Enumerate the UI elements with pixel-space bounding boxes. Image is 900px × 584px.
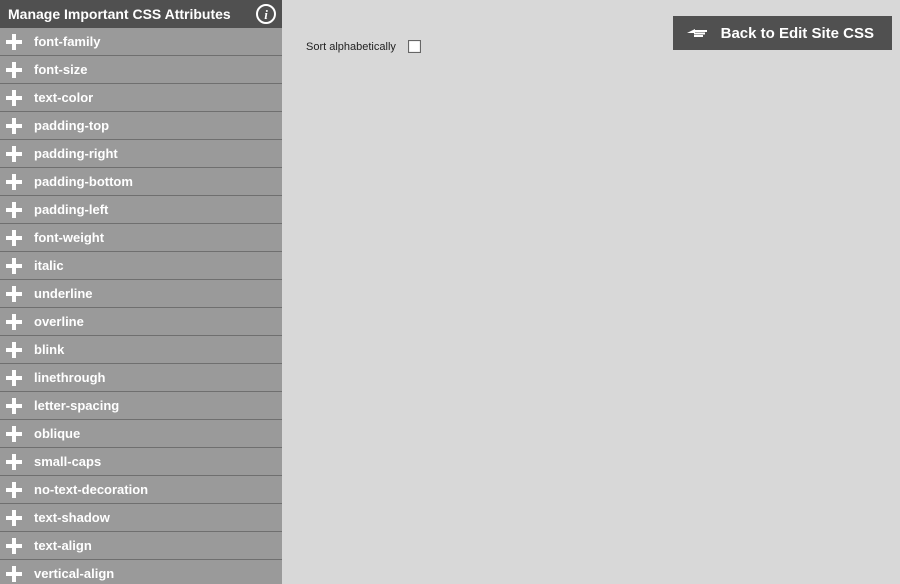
attribute-item[interactable]: overline [0,308,282,336]
attribute-item[interactable]: oblique [0,420,282,448]
sidebar: Manage Important CSS Attributes i font-f… [0,0,282,584]
attribute-label: blink [34,342,64,357]
attribute-label: font-weight [34,230,104,245]
back-button[interactable]: Back to Edit Site CSS [673,16,892,50]
plus-icon [6,202,22,218]
plus-icon [6,510,22,526]
attribute-item[interactable]: padding-left [0,196,282,224]
back-button-label: Back to Edit Site CSS [721,25,874,42]
sidebar-header: Manage Important CSS Attributes i [0,0,282,28]
plus-icon [6,90,22,106]
attribute-item[interactable]: letter-spacing [0,392,282,420]
plus-icon [6,398,22,414]
attribute-item[interactable]: text-color [0,84,282,112]
plus-icon [6,370,22,386]
attribute-label: font-family [34,34,100,49]
plus-icon [6,258,22,274]
sort-row: Sort alphabetically [306,40,421,53]
plus-icon [6,538,22,554]
attribute-item[interactable]: blink [0,336,282,364]
attribute-label: padding-left [34,202,108,217]
attribute-label: no-text-decoration [34,482,148,497]
attribute-label: overline [34,314,84,329]
plus-icon [6,146,22,162]
plus-icon [6,286,22,302]
plus-icon [6,62,22,78]
attribute-label: text-align [34,538,92,553]
attribute-label: vertical-align [34,566,114,581]
attribute-item[interactable]: padding-bottom [0,168,282,196]
plus-icon [6,314,22,330]
attribute-item[interactable]: font-size [0,56,282,84]
attribute-item[interactable]: no-text-decoration [0,476,282,504]
attribute-item[interactable]: font-family [0,28,282,56]
plus-icon [6,174,22,190]
attribute-label: padding-top [34,118,109,133]
plus-icon [6,566,22,582]
sidebar-title: Manage Important CSS Attributes [8,6,231,22]
attribute-item[interactable]: linethrough [0,364,282,392]
page: Manage Important CSS Attributes i font-f… [0,0,900,584]
plus-icon [6,454,22,470]
attribute-list: font-family font-size text-color padding-to… [0,28,282,584]
attribute-label: linethrough [34,370,106,385]
attribute-label: text-shadow [34,510,110,525]
attribute-item[interactable]: underline [0,280,282,308]
attribute-item[interactable]: text-shadow [0,504,282,532]
sort-checkbox[interactable] [408,40,421,53]
plus-icon [6,34,22,50]
plus-icon [6,118,22,134]
attribute-label: text-color [34,90,93,105]
plus-icon [6,482,22,498]
attribute-label: font-size [34,62,87,77]
pointing-hand-icon [685,24,707,42]
attribute-item[interactable]: italic [0,252,282,280]
attribute-item[interactable]: text-align [0,532,282,560]
attribute-item[interactable]: padding-top [0,112,282,140]
attribute-label: oblique [34,426,80,441]
info-icon: i [264,8,268,21]
sort-label: Sort alphabetically [306,41,396,53]
attribute-label: italic [34,258,64,273]
main-panel: Sort alphabetically Back to Edit Site CS… [282,0,900,584]
attribute-item[interactable]: vertical-align [0,560,282,584]
attribute-label: underline [34,286,93,301]
attribute-item[interactable]: font-weight [0,224,282,252]
attribute-item[interactable]: small-caps [0,448,282,476]
info-button[interactable]: i [256,4,276,24]
attribute-label: padding-right [34,146,118,161]
attribute-label: letter-spacing [34,398,119,413]
attribute-item[interactable]: padding-right [0,140,282,168]
plus-icon [6,426,22,442]
plus-icon [6,230,22,246]
plus-icon [6,342,22,358]
attribute-label: small-caps [34,454,101,469]
attribute-label: padding-bottom [34,174,133,189]
